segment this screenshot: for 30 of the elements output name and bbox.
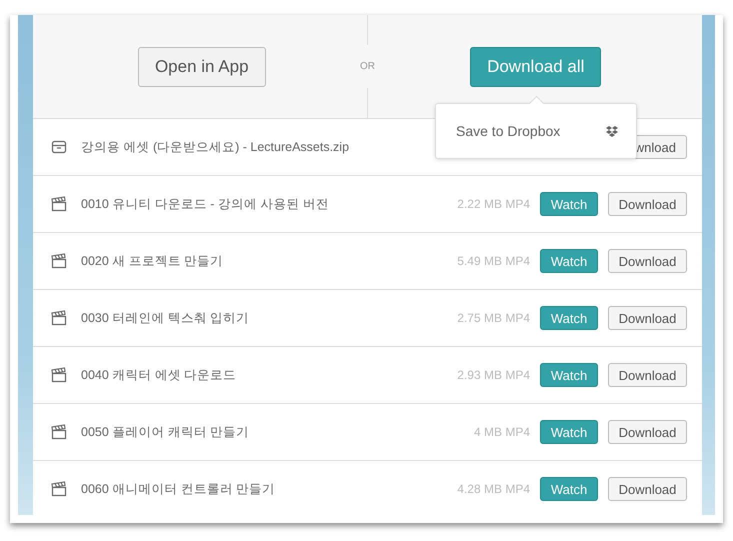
file-name: 0030 터레인에 텍스춰 입히기 — [81, 310, 250, 326]
clapperboard-icon — [51, 424, 67, 440]
file-name: 0040 캐릭터 에셋 다운로드 — [81, 366, 238, 384]
file-name: 0060 애니메이터 컨트롤러 만들기 — [81, 480, 276, 498]
file-name: 0010 유니티 다운로드 - 강의에 사용된 버전 — [81, 196, 330, 212]
or-label: OR — [360, 60, 375, 74]
download-button[interactable]: Download — [608, 363, 687, 387]
file-size: 5.49 MB MP4 — [457, 254, 530, 268]
clapperboard-icon — [51, 310, 67, 326]
archive-box-icon — [51, 139, 67, 155]
download-button[interactable]: Download — [608, 420, 687, 444]
download-button[interactable]: Download — [608, 192, 687, 216]
file-size: 2.93 MB MP4 — [457, 368, 530, 382]
file-size: 4 MB MP4 — [474, 425, 530, 439]
clapperboard-icon — [51, 367, 67, 383]
dropbox-icon — [606, 126, 618, 136]
open-in-app-button[interactable]: Open in App — [138, 46, 266, 86]
clapperboard-icon — [51, 196, 67, 212]
file-name: 0020 새 프로젝트 만들기 — [81, 252, 224, 270]
clapperboard-icon — [51, 481, 67, 497]
file-size: 2.75 MB MP4 — [457, 311, 530, 325]
download-button[interactable]: Download — [608, 306, 687, 330]
file-name: 0050 플레이어 캐릭터 만들기 — [81, 424, 250, 440]
download-button[interactable]: Download — [608, 477, 687, 501]
file-size: 4.28 MB MP4 — [457, 482, 530, 496]
menu-item[interactable]: Save to Dropbox — [436, 104, 636, 158]
file-size: 2.22 MB MP4 — [457, 197, 530, 211]
clapperboard-icon — [51, 253, 67, 269]
file-name: 강의용 에셋 (다운받으세요) - LectureAssets.zip — [81, 138, 350, 156]
download-button[interactable]: Download — [608, 249, 687, 273]
